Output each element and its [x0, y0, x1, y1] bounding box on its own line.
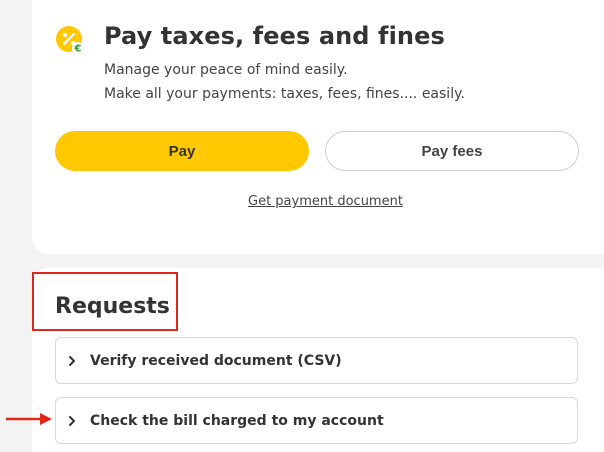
- annotation-arrow-icon: [6, 413, 52, 425]
- accordion-item-check-bill[interactable]: Check the bill charged to my account: [55, 397, 578, 444]
- chevron-right-icon: [68, 355, 78, 367]
- pay-section-title: Pay taxes, fees and fines: [104, 22, 445, 50]
- page: € Pay taxes, fees and fines Manage your …: [0, 0, 604, 452]
- get-payment-document-link[interactable]: Get payment document: [248, 194, 403, 209]
- annotation-highlight-box: [32, 272, 178, 331]
- pay-button[interactable]: Pay: [55, 131, 309, 171]
- accordion-item-verify-document[interactable]: Verify received document (CSV): [55, 337, 578, 384]
- chevron-right-icon: [68, 415, 78, 427]
- svg-text:€: €: [74, 44, 82, 55]
- pay-description-line-2: Make all your payments: taxes, fees, fin…: [104, 86, 465, 102]
- pay-fees-button[interactable]: Pay fees: [325, 131, 579, 171]
- pay-description-line-1: Manage your peace of mind easily.: [104, 62, 348, 78]
- accordion-item-label: Check the bill charged to my account: [90, 412, 384, 429]
- percent-euro-icon: €: [56, 26, 84, 54]
- accordion-item-label: Verify received document (CSV): [90, 352, 342, 369]
